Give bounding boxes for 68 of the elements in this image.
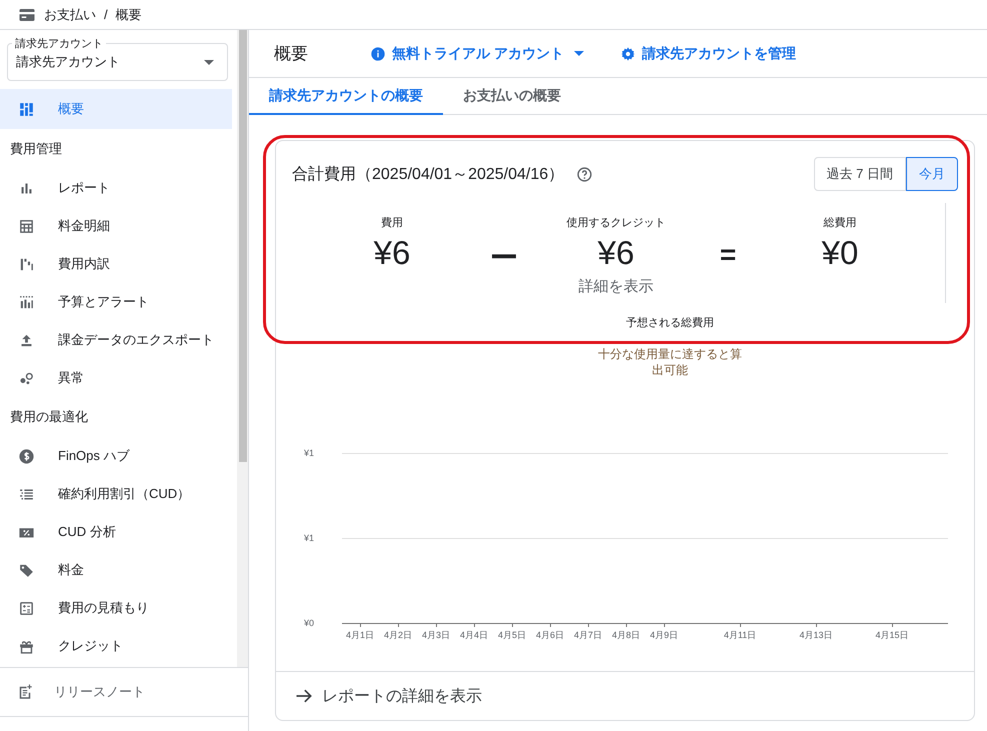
nav-item[interactable]: 予算とアラート: [0, 283, 232, 321]
nav-item[interactable]: 概要: [0, 89, 232, 129]
range-button[interactable]: 過去 7 日間: [814, 157, 906, 191]
dollar-icon: [18, 448, 35, 464]
figure-label: 使用するクレジット: [566, 216, 666, 231]
release-notes-link[interactable]: リリースノート: [0, 667, 248, 717]
breadcrumb-item[interactable]: 概要: [116, 6, 142, 24]
budget-chart-icon: [18, 294, 35, 310]
section-heading: 費用の最適化: [9, 408, 89, 426]
nav-item[interactable]: クレジット: [0, 627, 232, 665]
info-icon: [370, 46, 386, 62]
account-dropdown[interactable]: 無料トライアル アカウント: [370, 44, 584, 62]
page-title: 概要: [274, 43, 308, 65]
nav-item[interactable]: 課金データのエクスポート: [0, 321, 232, 359]
manage-account-link[interactable]: 請求先アカウントを管理: [620, 44, 796, 62]
x-axis-label: 4月6日: [536, 629, 564, 642]
account-select[interactable]: 請求先アカウント 請求先アカウント: [7, 35, 228, 81]
x-axis-label: 4月13日: [799, 629, 833, 642]
x-axis-label: 4月15日: [875, 629, 909, 642]
details-link[interactable]: 詳細を表示: [578, 277, 654, 296]
nav-item[interactable]: FinOps ハブ: [0, 437, 232, 475]
figure-label: 費用: [381, 216, 403, 231]
grid-icon: [18, 100, 35, 118]
x-axis-label: 4月5日: [498, 629, 526, 642]
dropdown-caret-icon: [204, 60, 214, 64]
nav-item[interactable]: 異常: [0, 359, 232, 397]
y-axis-label: ¥1: [304, 448, 314, 458]
report-link[interactable]: レポートの詳細を表示: [276, 671, 974, 720]
calculator-grid-icon: [18, 218, 35, 234]
breadcrumb-separator: /: [104, 7, 108, 22]
x-axis-label: 4月8日: [612, 629, 640, 642]
nav-item[interactable]: 確約利用割引（CUD）: [0, 475, 232, 513]
nav-item[interactable]: 料金: [0, 551, 232, 589]
field-label: 請求先アカウント: [12, 36, 106, 51]
tab[interactable]: お支払いの概要: [443, 78, 581, 115]
settings-icon: [620, 46, 636, 62]
x-axis-label: 4月4日: [460, 629, 488, 642]
nav-item[interactable]: 費用内訳: [0, 245, 232, 283]
x-axis-label: 4月9日: [650, 629, 678, 642]
nav-item[interactable]: 費用の見積もり: [0, 589, 232, 627]
select-value: 請求先アカウント: [16, 53, 121, 71]
figure-value: ¥6: [374, 235, 410, 271]
breadcrumb-item[interactable]: お支払い: [44, 6, 96, 24]
figure-value: ¥0: [822, 235, 858, 271]
figure-label: 総費用: [824, 216, 856, 231]
x-axis-label: 4月11日: [724, 629, 756, 642]
caret-icon: [574, 51, 584, 56]
scrollbar[interactable]: [237, 30, 248, 667]
x-axis-label: 4月3日: [422, 629, 450, 642]
tab[interactable]: 請求先アカウントの概要: [249, 78, 443, 115]
operator-sign: ー: [489, 241, 519, 275]
section-heading: 費用管理: [9, 140, 63, 158]
figure-value: ¥6: [598, 235, 634, 271]
nav-item[interactable]: 料金明細: [0, 207, 232, 245]
nav-item[interactable]: CUD 分析: [0, 513, 232, 551]
range-button[interactable]: 今月: [906, 157, 958, 191]
operator-sign: =: [718, 239, 738, 271]
x-axis-label: 4月2日: [384, 629, 412, 642]
calculator-icon: [18, 600, 35, 616]
forecast-note: 十分な使用量に達すると算出可能: [597, 346, 743, 378]
help-icon: [576, 166, 594, 182]
nav-item[interactable]: レポート: [0, 169, 232, 207]
y-axis-label: ¥1: [304, 533, 314, 543]
x-axis-label: 4月7日: [574, 629, 602, 642]
forecast-label: 予想される総費用: [626, 316, 714, 330]
y-axis-label: ¥0: [304, 618, 314, 628]
card-title: 合計費用（2025/04/01～2025/04/16）: [292, 164, 564, 184]
x-axis-label: 4月1日: [346, 629, 374, 642]
